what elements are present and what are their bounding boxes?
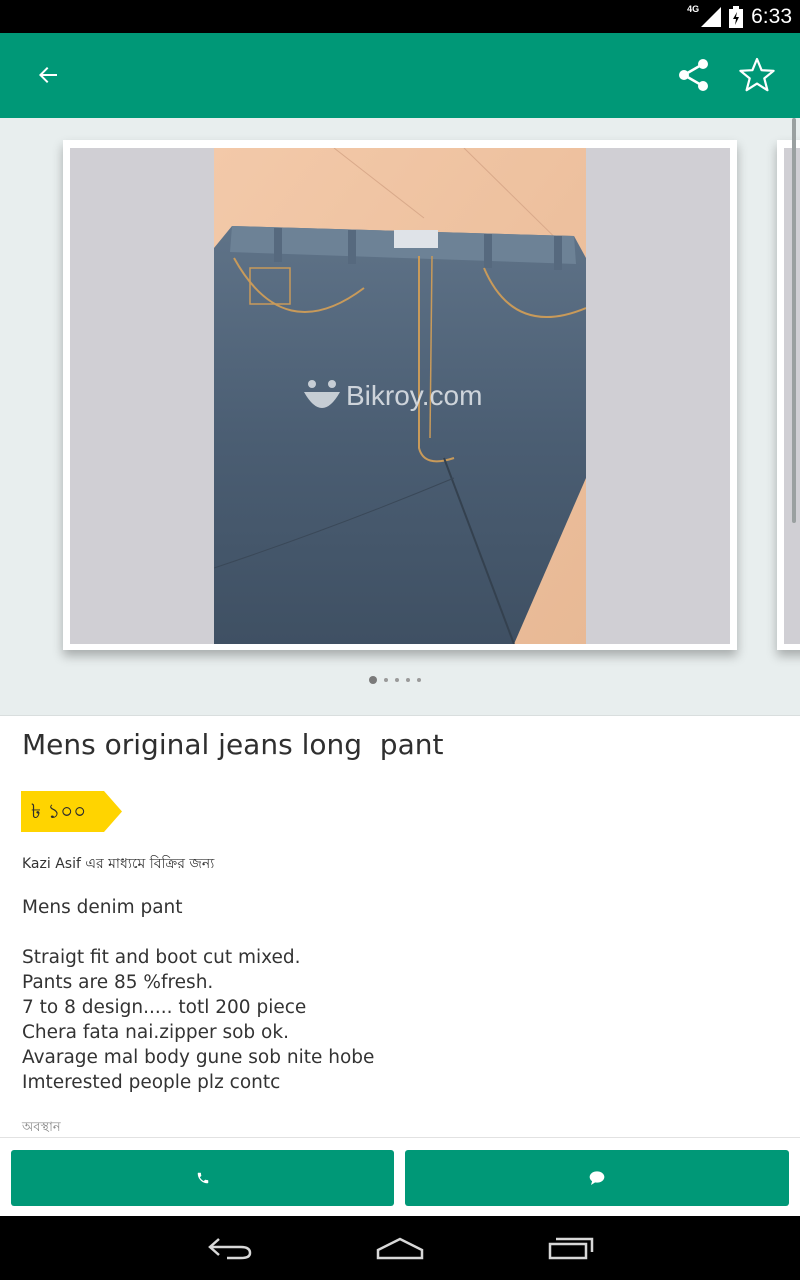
page-dot [417, 678, 421, 682]
description-line [22, 920, 782, 945]
phone-icon [197, 1172, 208, 1184]
page-dot [395, 678, 399, 682]
description-line: Mens denim pant [22, 897, 183, 918]
ad-description: Mens denim pant Straigt fit and boot cut… [22, 895, 782, 1095]
description-line: Avarage mal body gune sob nite hobe [22, 1047, 375, 1068]
status-indicators: 4G 6:33 [687, 0, 792, 33]
chat-bubble-icon [589, 1171, 605, 1185]
image-gallery[interactable]: Bikroy.com [0, 118, 800, 716]
contact-action-bar [0, 1137, 800, 1217]
page-dot [406, 678, 410, 682]
page-indicator [369, 676, 421, 684]
ad-title: Mens original jeans long pant [22, 728, 444, 761]
description-line: Chera fata nai.zipper sob ok. [22, 1022, 289, 1043]
description-line: Imterested people plz contc [22, 1072, 281, 1093]
battery-icon [729, 5, 744, 28]
system-nav-bar [0, 1216, 800, 1280]
price: ৳ ১০০ [31, 799, 87, 823]
scrollbar[interactable] [792, 118, 796, 523]
nav-recents-button[interactable] [526, 1226, 616, 1270]
nav-back-icon [208, 1238, 252, 1260]
back-button[interactable] [22, 53, 74, 97]
favorite-button[interactable] [730, 51, 784, 99]
share-button[interactable] [668, 53, 720, 97]
description-line: Pants are 85 %fresh. [22, 972, 214, 993]
watermark-text: Bikroy.com [346, 380, 482, 411]
share-icon [679, 59, 708, 91]
app-bar [0, 33, 800, 118]
chat-button[interactable] [405, 1150, 789, 1206]
signal-icon [701, 6, 722, 27]
description-line: 7 to 8 design..... totl 200 piece [22, 997, 307, 1018]
photo-card[interactable]: Bikroy.com [63, 140, 737, 650]
star-outline-icon [739, 57, 775, 92]
nav-recents-icon [548, 1237, 594, 1260]
description-line: Straigt fit and boot cut mixed. [22, 947, 301, 968]
arrow-left-icon [39, 67, 57, 83]
seller-info: Kazi Asif এর মাধ্যমে বিক্রির জন্য [22, 856, 215, 872]
nav-home-button[interactable] [355, 1226, 445, 1270]
jeans-photo: Bikroy.com [214, 148, 586, 644]
price-tag: ৳ ১০০ [21, 791, 122, 832]
network-type: 4G [687, 3, 700, 14]
call-button[interactable] [11, 1150, 394, 1206]
page-dot-active [369, 676, 377, 684]
location-label: অবস্থান [22, 1120, 61, 1135]
status-bar: 4G 6:33 [0, 0, 800, 33]
page-dot [384, 678, 388, 682]
nav-home-icon [376, 1237, 424, 1260]
photo-frame: Bikroy.com [70, 148, 730, 644]
next-photo-card[interactable] [777, 140, 800, 650]
nav-back-button[interactable] [185, 1226, 275, 1270]
clock: 6:33 [751, 4, 792, 28]
